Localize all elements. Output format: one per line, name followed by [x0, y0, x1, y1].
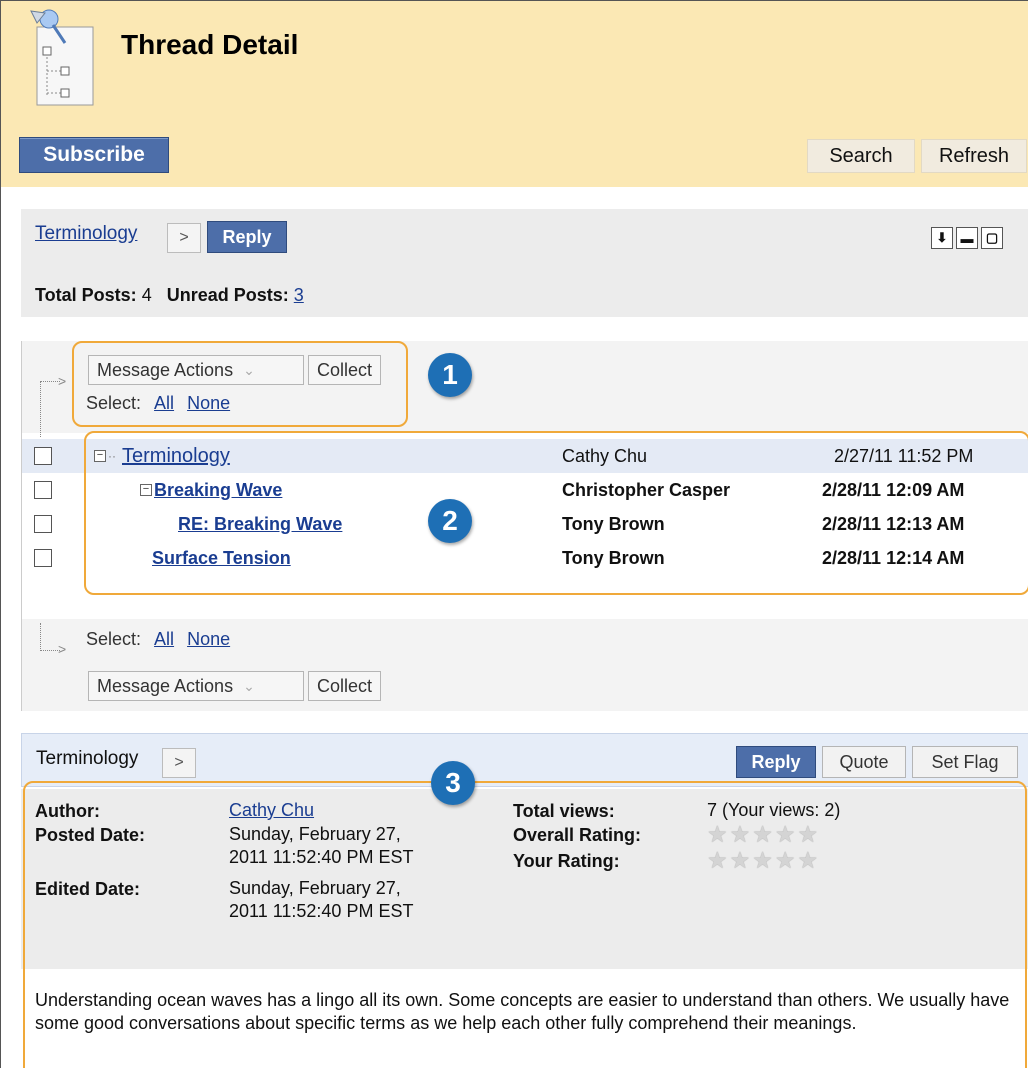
total-posts-count: 4: [141, 285, 152, 305]
message-breadcrumb: Terminology: [36, 748, 139, 769]
chevron-down-icon: ⌄: [243, 677, 255, 694]
message-actions-dropdown[interactable]: Message Actions ⌄: [88, 671, 304, 701]
message-checkbox[interactable]: [34, 481, 52, 499]
callout-box-detail: [23, 781, 1027, 1068]
quote-button[interactable]: Quote: [822, 746, 906, 778]
connector-arrow-icon: >: [58, 641, 67, 657]
message-detail-header: Terminology > Reply Quote Set Flag: [21, 733, 1028, 787]
next-forum-button[interactable]: >: [167, 223, 201, 253]
thread-summary: Terminology > Reply ⬇ ▬ ▢ Total Posts: 4…: [21, 209, 1028, 317]
collect-button[interactable]: Collect: [308, 671, 382, 701]
select-controls: Select: All None: [86, 629, 230, 650]
callout-badge-2: 2: [428, 499, 472, 543]
message-checkbox[interactable]: [34, 549, 52, 567]
select-label: Select:: [86, 629, 142, 649]
download-icon[interactable]: ⬇: [931, 227, 953, 249]
message-list-panel: > Message Actions ⌄ Collect Select: All …: [21, 341, 1028, 711]
message-checkbox[interactable]: [34, 515, 52, 533]
thread-reply-button[interactable]: Reply: [207, 221, 287, 253]
minimize-icon[interactable]: ▬: [956, 227, 978, 249]
set-flag-button[interactable]: Set Flag: [912, 746, 1018, 778]
search-button[interactable]: Search: [807, 139, 915, 173]
forum-breadcrumb-link[interactable]: Terminology: [35, 223, 137, 245]
tree-connector: [40, 623, 60, 651]
connector-arrow-icon: >: [58, 373, 67, 389]
callout-box-actions: [72, 341, 408, 427]
message-detail: Terminology > Reply Quote Set Flag Autho…: [21, 733, 1028, 1068]
message-actions-label: Message Actions: [97, 675, 234, 696]
maximize-icon[interactable]: ▢: [981, 227, 1003, 249]
select-all-link[interactable]: All: [154, 629, 174, 649]
unread-posts-link[interactable]: 3: [294, 285, 304, 305]
page-header: Thread Detail Subscribe Search Refresh: [1, 1, 1028, 187]
tree-connector: [40, 381, 60, 437]
thread-tree-icon: [25, 9, 101, 109]
unread-posts-label: Unread Posts:: [166, 285, 289, 305]
bottom-actions-bar: > Select: All None Message Actions ⌄ Col…: [22, 619, 1028, 711]
refresh-button[interactable]: Refresh: [921, 139, 1027, 173]
page: Thread Detail Subscribe Search Refresh T…: [0, 0, 1028, 1068]
callout-badge-1: 1: [428, 353, 472, 397]
subscribe-button[interactable]: Subscribe: [19, 137, 169, 173]
next-message-button[interactable]: >: [162, 748, 196, 778]
select-none-link[interactable]: None: [187, 629, 230, 649]
callout-badge-3: 3: [431, 761, 475, 805]
message-checkbox[interactable]: [34, 447, 52, 465]
window-controls: ⬇ ▬ ▢: [931, 227, 1003, 249]
total-posts-label: Total Posts:: [35, 285, 137, 305]
callout-box-messages: [84, 431, 1028, 595]
page-title: Thread Detail: [121, 29, 299, 60]
post-totals: Total Posts: 4 Unread Posts: 3: [35, 285, 304, 306]
message-reply-button[interactable]: Reply: [736, 746, 816, 778]
